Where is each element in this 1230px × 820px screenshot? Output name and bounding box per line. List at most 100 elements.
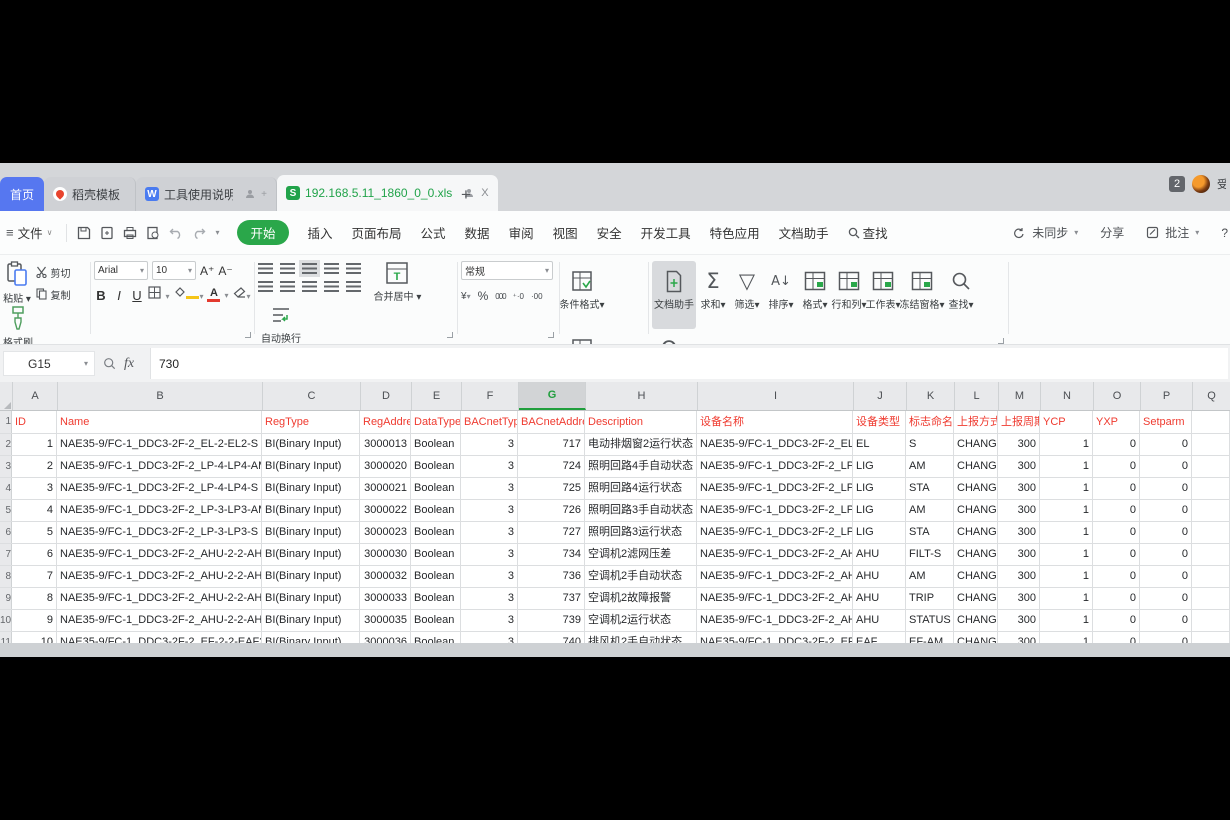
- cell-E2[interactable]: Boolean: [411, 434, 461, 455]
- increase-indent-icon[interactable]: [346, 263, 361, 274]
- cell-E5[interactable]: Boolean: [411, 500, 461, 521]
- cell-F8[interactable]: 3: [461, 566, 518, 587]
- cell-M6[interactable]: 300: [998, 522, 1040, 543]
- cell-P6[interactable]: 0: [1140, 522, 1192, 543]
- cell-O5[interactable]: 0: [1093, 500, 1140, 521]
- column-header-O[interactable]: O: [1094, 382, 1141, 410]
- cell-B7[interactable]: NAE35-9/FC-1_DDC3-2F-2_AHU-2-2-AHU2-FILT…: [57, 544, 262, 565]
- save-icon[interactable]: [77, 226, 91, 240]
- ribbon-tool-format[interactable]: 格式▾: [798, 261, 832, 329]
- menu-item-5[interactable]: 审阅: [509, 223, 534, 242]
- select-all-corner[interactable]: [0, 382, 13, 410]
- cell-G2[interactable]: 717: [518, 434, 585, 455]
- cell-F2[interactable]: 3: [461, 434, 518, 455]
- cell-I8[interactable]: NAE35-9/FC-1_DDC3-2F-2_AHU-2-2-AHU2: [697, 566, 853, 587]
- cell-C3[interactable]: BI(Binary Input): [262, 456, 360, 477]
- cell-D9[interactable]: 3000033: [360, 588, 411, 609]
- cell-N10[interactable]: 1: [1040, 610, 1093, 631]
- cell-G10[interactable]: 739: [518, 610, 585, 631]
- cell-G5[interactable]: 726: [518, 500, 585, 521]
- cell-D2[interactable]: 3000013: [360, 434, 411, 455]
- export-icon[interactable]: [100, 226, 114, 240]
- tab-more-icon[interactable]: +: [261, 189, 267, 200]
- undo-icon[interactable]: [169, 227, 183, 239]
- cell-L9[interactable]: CHANGE: [954, 588, 998, 609]
- print-icon[interactable]: [123, 226, 137, 240]
- cell-M2[interactable]: 300: [998, 434, 1040, 455]
- cell-N3[interactable]: 1: [1040, 456, 1093, 477]
- ribbon-tool-freeze-panes[interactable]: 冻结窗格▾: [900, 261, 944, 329]
- cell-B8[interactable]: NAE35-9/FC-1_DDC3-2F-2_AHU-2-2-AHU2-AM: [57, 566, 262, 587]
- cell-N6[interactable]: 1: [1040, 522, 1093, 543]
- cell-F1[interactable]: BACnetType: [461, 411, 518, 433]
- cell-J5[interactable]: LIG: [853, 500, 906, 521]
- italic-button[interactable]: I: [112, 288, 126, 303]
- cell-A8[interactable]: 7: [12, 566, 57, 587]
- justify-icon[interactable]: [324, 281, 339, 292]
- cell-E6[interactable]: Boolean: [411, 522, 461, 543]
- cell-Q2[interactable]: [1192, 434, 1230, 455]
- cell-D8[interactable]: 3000032: [360, 566, 411, 587]
- name-box[interactable]: G15 ▾: [3, 351, 95, 376]
- cell-F3[interactable]: 3: [461, 456, 518, 477]
- cell-J2[interactable]: EL: [853, 434, 906, 455]
- cell-B3[interactable]: NAE35-9/FC-1_DDC3-2F-2_LP-4-LP4-AM: [57, 456, 262, 477]
- cell-N7[interactable]: 1: [1040, 544, 1093, 565]
- cut-button[interactable]: 剪切: [36, 261, 70, 283]
- cell-P3[interactable]: 0: [1140, 456, 1192, 477]
- borders-button[interactable]: ▾: [148, 286, 169, 304]
- cell-E4[interactable]: Boolean: [411, 478, 461, 499]
- cell-F10[interactable]: 3: [461, 610, 518, 631]
- copy-button[interactable]: 复制: [36, 283, 70, 305]
- cell-D10[interactable]: 3000035: [360, 610, 411, 631]
- cell-I9[interactable]: NAE35-9/FC-1_DDC3-2F-2_AHU-2-2-AHU2: [697, 588, 853, 609]
- cell-G8[interactable]: 736: [518, 566, 585, 587]
- cell-M10[interactable]: 300: [998, 610, 1040, 631]
- column-header-G[interactable]: G: [519, 382, 586, 410]
- cell-Q10[interactable]: [1192, 610, 1230, 631]
- ribbon-tool-funnel[interactable]: ▽筛选▾: [730, 261, 764, 329]
- cell-I5[interactable]: NAE35-9/FC-1_DDC3-2F-2_LP-3-LP3: [697, 500, 853, 521]
- cell-K8[interactable]: AM: [906, 566, 954, 587]
- column-header-J[interactable]: J: [854, 382, 907, 410]
- cell-Q4[interactable]: [1192, 478, 1230, 499]
- column-header-B[interactable]: B: [58, 382, 263, 410]
- font-size-select[interactable]: 10▾: [152, 261, 196, 280]
- fill-color-button[interactable]: ▾: [173, 286, 203, 304]
- cell-D4[interactable]: 3000021: [360, 478, 411, 499]
- row-header-1[interactable]: 1: [0, 411, 12, 433]
- cell-Q6[interactable]: [1192, 522, 1230, 543]
- ribbon-tool-magnifier[interactable]: 查找▾: [944, 261, 978, 329]
- row-header-3[interactable]: 3: [0, 456, 12, 477]
- cell-L2[interactable]: CHANGE: [954, 434, 998, 455]
- row-header-7[interactable]: 7: [0, 544, 12, 565]
- cell-O8[interactable]: 0: [1093, 566, 1140, 587]
- cell-I7[interactable]: NAE35-9/FC-1_DDC3-2F-2_AHU-2-2-AHU2: [697, 544, 853, 565]
- file-menu[interactable]: ≡ 文件 ∨: [0, 223, 60, 242]
- cell-P10[interactable]: 0: [1140, 610, 1192, 631]
- align-center-icon[interactable]: [280, 281, 295, 292]
- cell-D1[interactable]: RegAddress: [360, 411, 411, 433]
- cell-H6[interactable]: 照明回路3运行状态: [585, 522, 697, 543]
- ribbon-tool-worksheet[interactable]: 工作表▾: [866, 261, 900, 329]
- cell-G7[interactable]: 734: [518, 544, 585, 565]
- cell-B2[interactable]: NAE35-9/FC-1_DDC3-2F-2_EL-2-EL2-S: [57, 434, 262, 455]
- increase-decimal-icon[interactable]: ⁺·0: [513, 292, 524, 301]
- currency-icon[interactable]: ¥▾: [461, 291, 471, 302]
- column-header-H[interactable]: H: [586, 382, 698, 410]
- cell-N4[interactable]: 1: [1040, 478, 1093, 499]
- column-header-F[interactable]: F: [462, 382, 519, 410]
- cell-L4[interactable]: CHANGE: [954, 478, 998, 499]
- menu-item-3[interactable]: 公式: [421, 223, 446, 242]
- row-header-6[interactable]: 6: [0, 522, 12, 543]
- user-avatar[interactable]: [1192, 175, 1210, 193]
- cell-A2[interactable]: 1: [12, 434, 57, 455]
- row-header-8[interactable]: 8: [0, 566, 12, 587]
- ribbon-tool-doc-assistant[interactable]: 文档助手: [652, 261, 696, 329]
- cell-P8[interactable]: 0: [1140, 566, 1192, 587]
- column-header-A[interactable]: A: [13, 382, 58, 410]
- cell-C4[interactable]: BI(Binary Input): [262, 478, 360, 499]
- cell-J3[interactable]: LIG: [853, 456, 906, 477]
- cell-J10[interactable]: AHU: [853, 610, 906, 631]
- cell-H7[interactable]: 空调机2滤网压差: [585, 544, 697, 565]
